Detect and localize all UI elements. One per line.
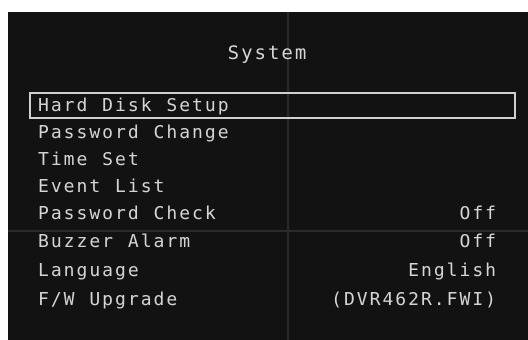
menu-item-password-check[interactable]: Password Check Off bbox=[8, 200, 528, 227]
fw-upgrade-value[interactable]: (DVR462R.FWI) bbox=[331, 285, 498, 314]
menu-item-label: F/W Upgrade bbox=[38, 289, 180, 310]
menu-item-label: Language bbox=[38, 260, 141, 281]
menu-item-label: Hard Disk Setup bbox=[38, 95, 231, 116]
menu-item-label: Buzzer Alarm bbox=[38, 231, 193, 252]
buzzer-alarm-value[interactable]: Off bbox=[459, 227, 498, 256]
password-check-value[interactable]: Off bbox=[459, 200, 498, 227]
menu-item-label: Password Change bbox=[38, 122, 231, 143]
menu-item-buzzer-alarm[interactable]: Buzzer Alarm Off bbox=[8, 227, 528, 256]
system-menu-panel: System Hard Disk Setup Password Change T… bbox=[8, 12, 528, 340]
menu-item-label: Event List bbox=[38, 176, 167, 197]
menu-item-time-set[interactable]: Time Set bbox=[8, 146, 528, 173]
dvr-screen: System Hard Disk Setup Password Change T… bbox=[0, 0, 528, 340]
menu-item-hard-disk-setup[interactable]: Hard Disk Setup bbox=[29, 92, 516, 119]
menu-title: System bbox=[227, 42, 309, 64]
menu-item-event-list[interactable]: Event List bbox=[8, 173, 528, 200]
menu-item-language[interactable]: Language English bbox=[8, 256, 528, 285]
menu-item-label: Password Check bbox=[38, 203, 218, 224]
menu-item-password-change[interactable]: Password Change bbox=[8, 119, 528, 146]
menu-item-label: Time Set bbox=[38, 149, 141, 170]
system-menu-list: Hard Disk Setup Password Change Time Set… bbox=[8, 92, 528, 314]
language-value[interactable]: English bbox=[408, 256, 498, 285]
menu-item-fw-upgrade[interactable]: F/W Upgrade (DVR462R.FWI) bbox=[8, 285, 528, 314]
